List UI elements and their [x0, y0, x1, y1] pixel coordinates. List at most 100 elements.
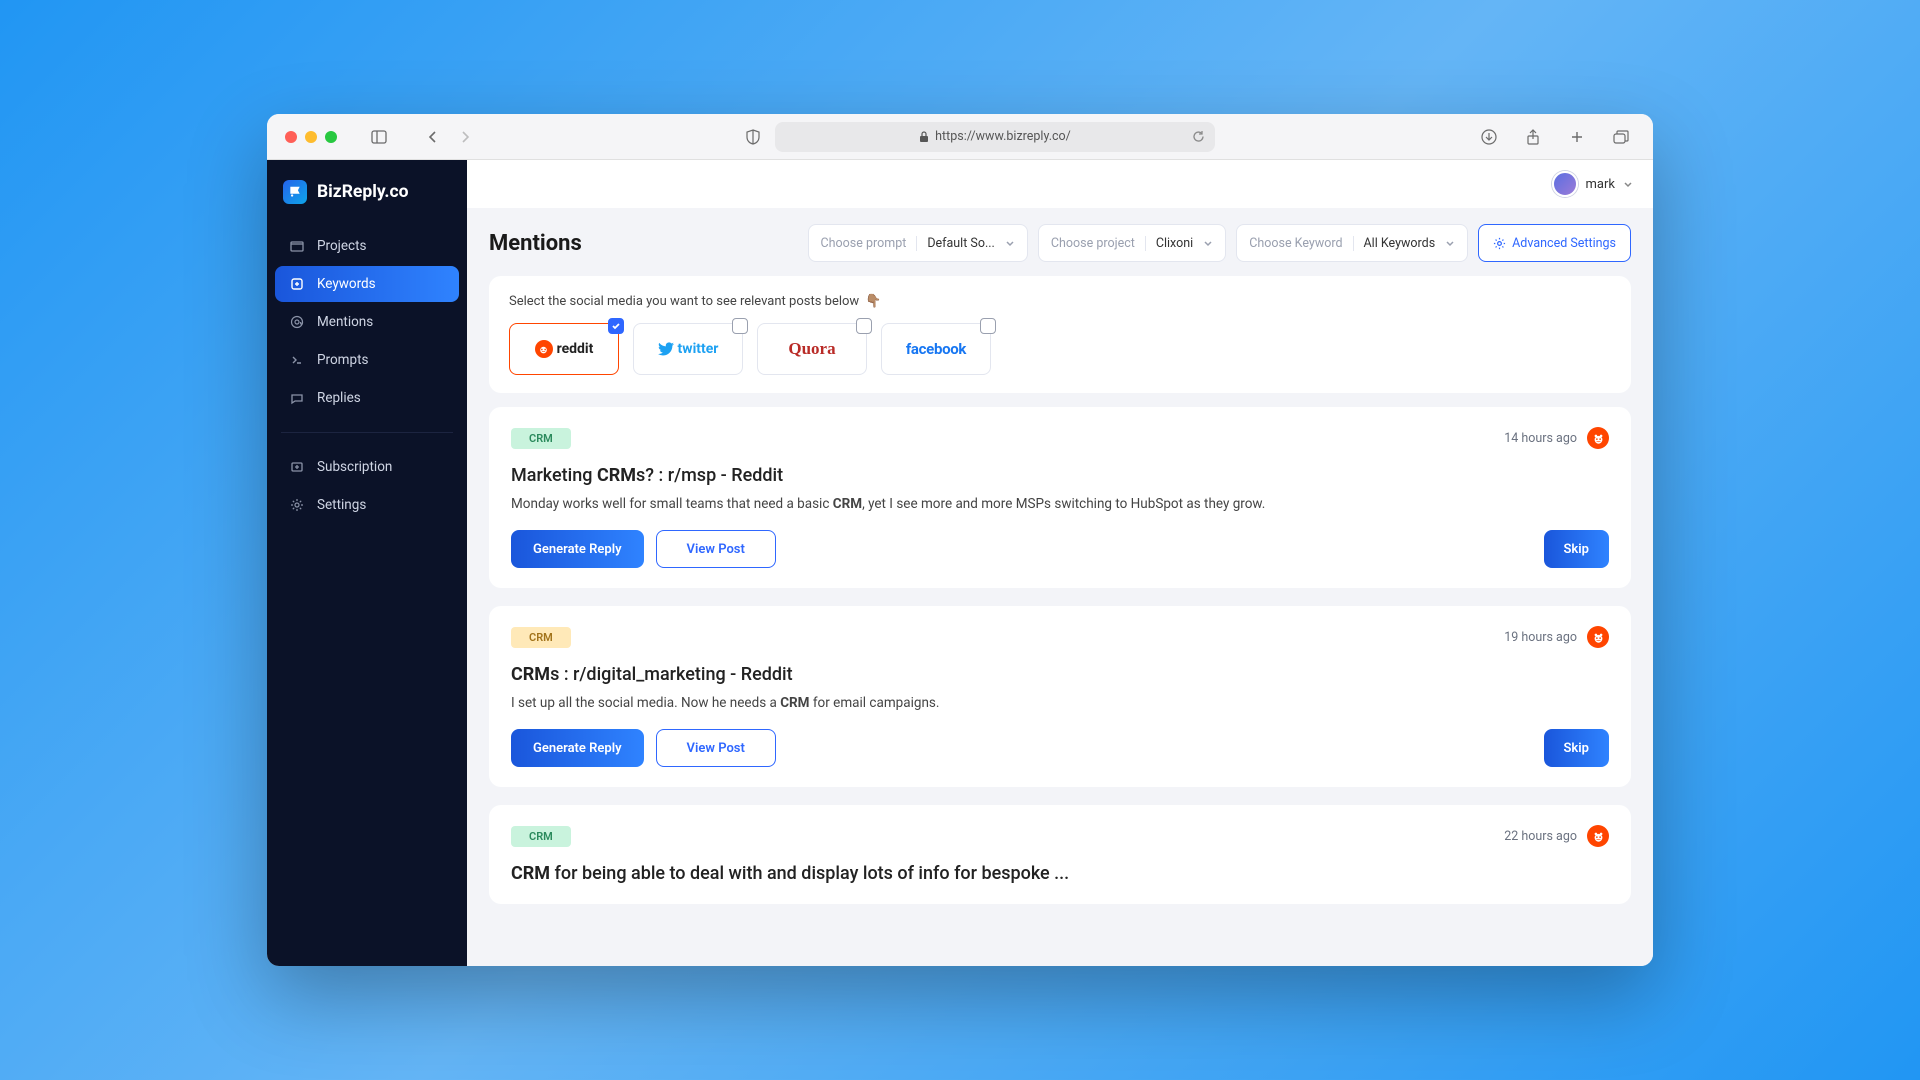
sidebar-item-label: Prompts	[317, 352, 368, 368]
view-post-button[interactable]: View Post	[656, 729, 776, 767]
topbar: mark	[467, 160, 1653, 208]
tabs-icon[interactable]	[1607, 123, 1635, 151]
app-body: BizReply.co Projects Keywords Mentions	[267, 160, 1653, 966]
new-tab-icon[interactable]	[1563, 123, 1591, 151]
post-body: Monday works well for small teams that n…	[511, 496, 1609, 512]
reddit-icon	[1587, 427, 1609, 449]
sidebar-item-replies[interactable]: Replies	[275, 380, 459, 416]
sidebar: BizReply.co Projects Keywords Mentions	[267, 160, 467, 966]
skip-button[interactable]: Skip	[1544, 729, 1610, 767]
user-menu[interactable]: mark	[1552, 171, 1633, 197]
post-time: 19 hours ago	[1504, 630, 1577, 645]
nav-secondary: Subscription Settings	[267, 443, 467, 529]
filter-project[interactable]: Choose project Clixoni	[1038, 224, 1226, 262]
filter-prompt[interactable]: Choose prompt Default So...	[808, 224, 1028, 262]
post-card: CRM 22 hours ago CRM for being able to d…	[489, 805, 1631, 904]
folder-icon	[289, 239, 305, 253]
social-row: reddit twitter Quora	[509, 323, 1611, 375]
brand-name: BizReply.co	[317, 182, 408, 202]
social-label: reddit	[557, 341, 594, 357]
skip-button[interactable]: Skip	[1544, 530, 1610, 568]
nav-primary: Projects Keywords Mentions Prompts Repli…	[267, 222, 467, 422]
filter-label: Choose prompt	[821, 236, 918, 251]
sidebar-item-label: Keywords	[317, 276, 376, 292]
posts-feed: CRM 14 hours ago Marketing CRMs? : r/msp…	[489, 407, 1631, 904]
advanced-settings-button[interactable]: Advanced Settings	[1478, 224, 1631, 262]
social-card-quora[interactable]: Quora	[757, 323, 867, 375]
social-card-twitter[interactable]: twitter	[633, 323, 743, 375]
brand-logo-icon	[283, 180, 307, 204]
social-card-facebook[interactable]: facebook	[881, 323, 991, 375]
post-actions: Generate Reply View Post Skip	[511, 729, 1609, 767]
filter-keyword[interactable]: Choose Keyword All Keywords	[1236, 224, 1468, 262]
reddit-icon	[1587, 825, 1609, 847]
chevron-down-icon	[1005, 238, 1015, 248]
browser-chrome: https://www.bizreply.co/	[267, 114, 1653, 160]
panel-hint-text: Select the social media you want to see …	[509, 294, 859, 309]
sidebar-item-projects[interactable]: Projects	[275, 228, 459, 264]
generate-reply-button[interactable]: Generate Reply	[511, 729, 644, 767]
sidebar-item-settings[interactable]: Settings	[275, 487, 459, 523]
user-name: mark	[1586, 177, 1615, 192]
address-bar[interactable]: https://www.bizreply.co/	[775, 122, 1215, 152]
window-minimize-button[interactable]	[305, 131, 317, 143]
gear-icon	[1493, 237, 1506, 250]
lock-icon	[919, 131, 929, 143]
view-post-button[interactable]: View Post	[656, 530, 776, 568]
filters: Choose prompt Default So... Choose proje…	[808, 224, 1631, 262]
filter-label: Choose project	[1051, 236, 1146, 251]
chevron-down-icon	[1623, 179, 1633, 189]
post-title: CRMs : r/digital_marketing - Reddit	[511, 664, 1609, 685]
sidebar-item-label: Replies	[317, 390, 361, 406]
reddit-logo-icon: reddit	[535, 340, 594, 358]
forward-button[interactable]	[451, 123, 479, 151]
sidebar-item-subscription[interactable]: Subscription	[275, 449, 459, 485]
quora-logo-icon: Quora	[788, 339, 835, 359]
shield-icon[interactable]	[739, 123, 767, 151]
reload-icon[interactable]	[1192, 130, 1205, 143]
panel-hint: Select the social media you want to see …	[509, 294, 1611, 309]
back-button[interactable]	[419, 123, 447, 151]
post-time: 22 hours ago	[1504, 829, 1577, 844]
brand[interactable]: BizReply.co	[267, 170, 467, 222]
checkbox-icon	[732, 318, 748, 334]
subscription-icon	[289, 460, 305, 474]
keyword-tag: CRM	[511, 627, 571, 648]
advanced-settings-label: Advanced Settings	[1512, 236, 1616, 251]
social-label: twitter	[678, 341, 719, 357]
share-icon[interactable]	[1519, 123, 1547, 151]
sidebar-item-prompts[interactable]: Prompts	[275, 342, 459, 378]
post-title: Marketing CRMs? : r/msp - Reddit	[511, 465, 1609, 486]
content: Mentions Choose prompt Default So... Cho…	[467, 208, 1653, 966]
sidebar-item-label: Mentions	[317, 314, 373, 330]
window-zoom-button[interactable]	[325, 131, 337, 143]
window-close-button[interactable]	[285, 131, 297, 143]
generate-reply-button[interactable]: Generate Reply	[511, 530, 644, 568]
page-title: Mentions	[489, 231, 582, 256]
social-selector-panel: Select the social media you want to see …	[489, 276, 1631, 393]
post-title: CRM for being able to deal with and disp…	[511, 863, 1609, 884]
header-row: Mentions Choose prompt Default So... Cho…	[489, 224, 1631, 262]
filter-value: Clixoni	[1156, 236, 1193, 251]
nav-divider	[281, 432, 453, 433]
checkbox-icon	[980, 318, 996, 334]
reddit-icon	[1587, 626, 1609, 648]
settings-icon	[289, 498, 305, 512]
replies-icon	[289, 391, 305, 405]
post-time: 14 hours ago	[1504, 431, 1577, 446]
sidebar-item-mentions[interactable]: Mentions	[275, 304, 459, 340]
downloads-icon[interactable]	[1475, 123, 1503, 151]
keyword-tag: CRM	[511, 826, 571, 847]
sidebar-item-keywords[interactable]: Keywords	[275, 266, 459, 302]
sidebar-toggle-icon[interactable]	[365, 123, 393, 151]
chevron-down-icon	[1445, 238, 1455, 248]
post-card: CRM 19 hours ago CRMs : r/digital_market…	[489, 606, 1631, 787]
checkbox-icon	[856, 318, 872, 334]
keywords-icon	[289, 277, 305, 291]
social-card-reddit[interactable]: reddit	[509, 323, 619, 375]
traffic-lights	[285, 131, 337, 143]
sidebar-item-label: Subscription	[317, 459, 392, 475]
checkbox-checked-icon	[608, 318, 624, 334]
mentions-icon	[289, 315, 305, 329]
filter-value: Default So...	[927, 236, 995, 251]
